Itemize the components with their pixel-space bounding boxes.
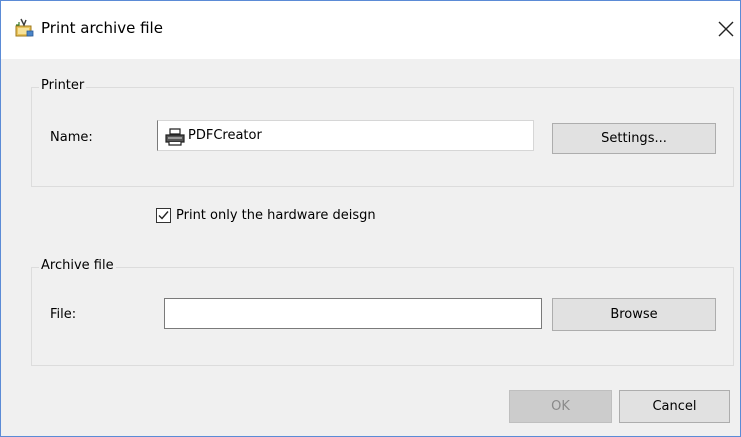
hardware-design-checkbox[interactable] bbox=[156, 208, 171, 223]
printer-group-legend: Printer bbox=[39, 78, 87, 93]
printer-name-value: PDFCreator bbox=[188, 128, 262, 143]
file-label: File: bbox=[50, 307, 77, 322]
file-path-input[interactable] bbox=[164, 298, 542, 329]
cancel-button[interactable]: Cancel bbox=[619, 390, 730, 423]
close-button[interactable] bbox=[713, 13, 739, 43]
dialog-title: Print archive file bbox=[41, 19, 163, 37]
browse-button[interactable]: Browse bbox=[552, 298, 716, 331]
close-icon bbox=[718, 21, 734, 37]
printer-icon bbox=[165, 128, 185, 146]
hardware-design-label[interactable]: Print only the hardware deisgn bbox=[176, 208, 376, 223]
name-label: Name: bbox=[50, 130, 93, 145]
settings-button[interactable]: Settings... bbox=[552, 123, 716, 154]
ok-button[interactable]: OK bbox=[509, 390, 612, 423]
title-bar: Print archive file bbox=[1, 1, 740, 59]
print-archive-dialog: Print archive file Printer Name: PDFCrea… bbox=[0, 0, 741, 437]
checkmark-icon bbox=[158, 211, 169, 220]
archive-file-group-legend: Archive file bbox=[39, 258, 116, 273]
printer-select[interactable]: PDFCreator bbox=[157, 120, 534, 151]
print-archive-icon bbox=[13, 17, 35, 39]
